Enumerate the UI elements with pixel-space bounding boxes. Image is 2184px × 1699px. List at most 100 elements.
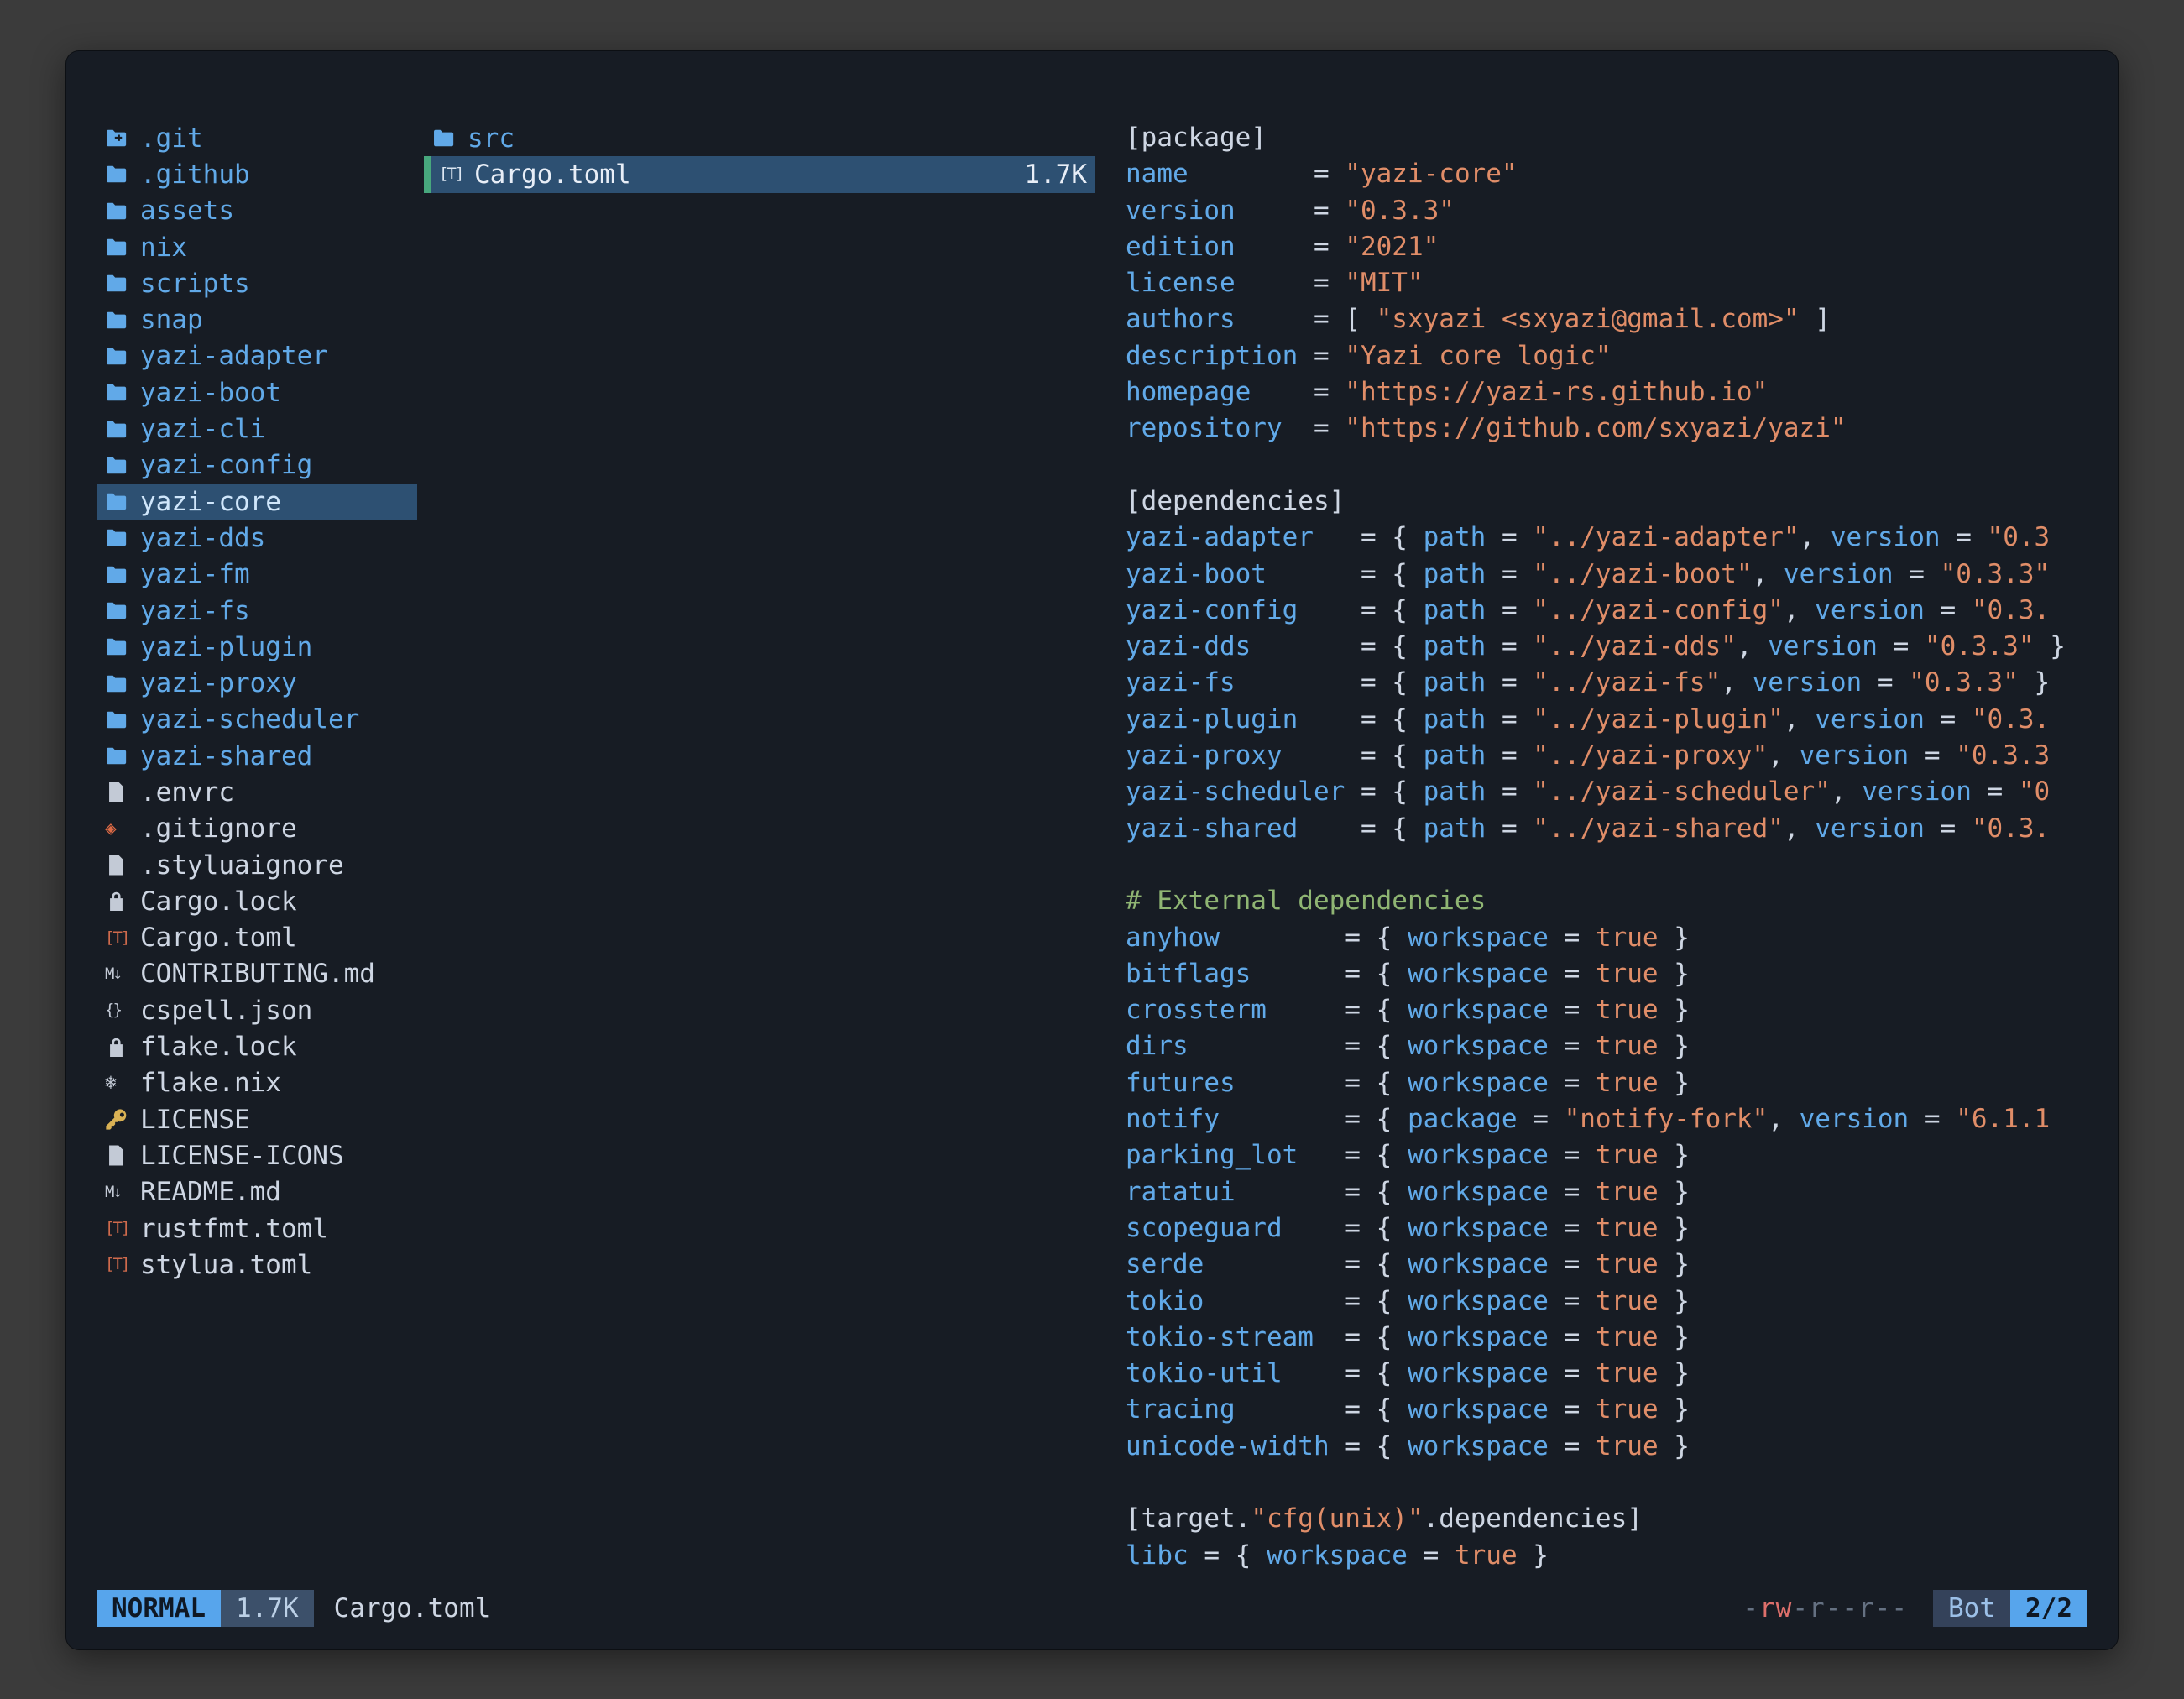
dir-item-yazi-cli[interactable]: yazi-cli	[97, 410, 417, 447]
preview-line: serde = { workspace = true }	[1126, 1247, 2087, 1283]
file-item-.envrc[interactable]: .envrc	[97, 774, 417, 810]
preview-line: dirs = { workspace = true }	[1126, 1028, 2087, 1064]
item-label: .styluaignore	[140, 850, 344, 881]
dir-item-assets[interactable]: assets	[97, 193, 417, 229]
preview-line: edition = "2021"	[1126, 229, 2087, 265]
folder-icon	[105, 381, 140, 404]
preview-line: futures = { workspace = true }	[1126, 1065, 2087, 1101]
file-item-flake.lock[interactable]: flake.lock	[97, 1028, 417, 1064]
preview-line: scopeguard = { workspace = true }	[1126, 1210, 2087, 1247]
item-label: yazi-adapter	[140, 341, 328, 371]
dir-item-yazi-plugin[interactable]: yazi-plugin	[97, 629, 417, 665]
preview-line: tokio-util = { workspace = true }	[1126, 1356, 2087, 1392]
file-item-CONTRIBUTING.md[interactable]: M↓CONTRIBUTING.md	[97, 956, 417, 992]
toml-icon: [T]	[439, 166, 474, 182]
dir-item-snap[interactable]: snap	[97, 301, 417, 337]
file-item-flake.nix[interactable]: ❄flake.nix	[97, 1065, 417, 1101]
file-item-Cargo.toml[interactable]: [T]Cargo.toml	[97, 920, 417, 956]
item-label: .github	[140, 159, 250, 190]
folder-icon	[105, 345, 140, 368]
item-label: rustfmt.toml	[140, 1214, 328, 1244]
key-icon	[105, 1108, 140, 1131]
preview-line: authors = [ "sxyazi <sxyazi@gmail.com>" …	[1126, 301, 2087, 337]
dir-item-yazi-shared[interactable]: yazi-shared	[97, 738, 417, 774]
preview-line: repository = "https://github.com/sxyazi/…	[1126, 410, 2087, 447]
dir-item-nix[interactable]: nix	[97, 229, 417, 265]
dir-item-yazi-scheduler[interactable]: yazi-scheduler	[97, 702, 417, 738]
folder-icon	[105, 200, 140, 222]
preview-line: [target."cfg(unix)".dependencies]	[1126, 1501, 2087, 1537]
dir-item-.git[interactable]: .git	[97, 120, 417, 156]
item-label: yazi-cli	[140, 414, 265, 444]
file-preview-panel: [package]name = "yazi-core"version = "0.…	[1126, 120, 2087, 1584]
dir-item-yazi-config[interactable]: yazi-config	[97, 447, 417, 484]
lock-icon	[105, 890, 140, 912]
item-label: Cargo.lock	[140, 886, 297, 917]
scroll-position-label: Bot	[1933, 1590, 2010, 1627]
markdown-icon: M↓	[105, 966, 140, 982]
preview-line: parking_lot = { workspace = true }	[1126, 1137, 2087, 1174]
toml-icon: [T]	[105, 1257, 140, 1273]
folder-icon	[105, 599, 140, 622]
preview-line	[1126, 847, 2087, 883]
item-label: Cargo.toml	[140, 923, 297, 953]
dir-item-yazi-fm[interactable]: yazi-fm	[97, 557, 417, 593]
dir-item-yazi-adapter[interactable]: yazi-adapter	[97, 338, 417, 374]
item-label: yazi-fm	[140, 559, 250, 589]
preview-line: name = "yazi-core"	[1126, 156, 2087, 192]
item-label: snap	[140, 305, 203, 335]
item-label: LICENSE	[140, 1105, 250, 1135]
item-label: nix	[140, 233, 187, 263]
current-directory-panel: src[T]Cargo.toml1.7K	[424, 120, 1095, 1584]
dir-item-scripts[interactable]: scripts	[97, 265, 417, 301]
preview-line: libc = { workspace = true }	[1126, 1538, 2087, 1574]
dir-item-yazi-proxy[interactable]: yazi-proxy	[97, 665, 417, 701]
file-item-Cargo.toml[interactable]: [T]Cargo.toml1.7K	[424, 156, 1095, 192]
toml-icon: [T]	[105, 1221, 140, 1236]
item-label: flake.nix	[140, 1068, 281, 1098]
item-label: yazi-boot	[140, 378, 281, 408]
file-item-Cargo.lock[interactable]: Cargo.lock	[97, 883, 417, 919]
dir-item-yazi-dds[interactable]: yazi-dds	[97, 520, 417, 556]
folder-icon	[105, 309, 140, 332]
file-item-cspell.json[interactable]: {}cspell.json	[97, 992, 417, 1028]
dir-item-.github[interactable]: .github	[97, 156, 417, 192]
desktop-background: .git.githubassets nixscripts snap yazi-adap…	[0, 0, 2184, 1699]
file-item-README.md[interactable]: M↓README.md	[97, 1174, 417, 1210]
item-label: flake.lock	[140, 1032, 297, 1062]
dir-item-yazi-boot[interactable]: yazi-boot	[97, 374, 417, 410]
file-item-LICENSE-ICONS[interactable]: LICENSE-ICONS	[97, 1137, 417, 1174]
dir-item-yazi-core[interactable]: yazi-core	[97, 484, 417, 520]
item-label: stylua.toml	[140, 1250, 312, 1280]
file-item-.gitignore[interactable]: ◈.gitignore	[97, 811, 417, 847]
preview-line: tracing = { workspace = true }	[1126, 1392, 2087, 1428]
folder-icon	[105, 745, 140, 767]
preview-line: unicode-width = { workspace = true }	[1126, 1429, 2087, 1465]
folder-icon	[105, 490, 140, 513]
folder-icon	[105, 163, 140, 186]
file-item-.styluaignore[interactable]: .styluaignore	[97, 847, 417, 883]
folder-icon	[105, 635, 140, 658]
file-permissions: -rw-r--r--	[1742, 1593, 1908, 1623]
file-item-rustfmt.toml[interactable]: [T]rustfmt.toml	[97, 1210, 417, 1247]
item-label: LICENSE-ICONS	[140, 1141, 344, 1171]
status-filename: Cargo.toml	[334, 1593, 491, 1623]
item-label: Cargo.toml	[474, 159, 631, 190]
lock-icon	[105, 1036, 140, 1059]
preview-line: tokio-stream = { workspace = true }	[1126, 1320, 2087, 1356]
markdown-icon: M↓	[105, 1184, 140, 1200]
dir-item-src[interactable]: src	[424, 120, 1095, 156]
file-item-LICENSE[interactable]: LICENSE	[97, 1101, 417, 1137]
preview-line	[1126, 447, 2087, 484]
item-label: .envrc	[140, 777, 234, 808]
folder-icon	[105, 418, 140, 441]
item-label: yazi-fs	[140, 596, 250, 626]
preview-line: crossterm = { workspace = true }	[1126, 992, 2087, 1028]
hover-marker	[424, 156, 431, 192]
preview-line: yazi-fs = { path = "../yazi-fs", version…	[1126, 665, 2087, 701]
preview-line: homepage = "https://yazi-rs.github.io"	[1126, 374, 2087, 410]
preview-line	[1126, 1465, 2087, 1501]
file-item-stylua.toml[interactable]: [T]stylua.toml	[97, 1247, 417, 1283]
dir-item-yazi-fs[interactable]: yazi-fs	[97, 593, 417, 629]
item-label: yazi-dds	[140, 523, 265, 553]
